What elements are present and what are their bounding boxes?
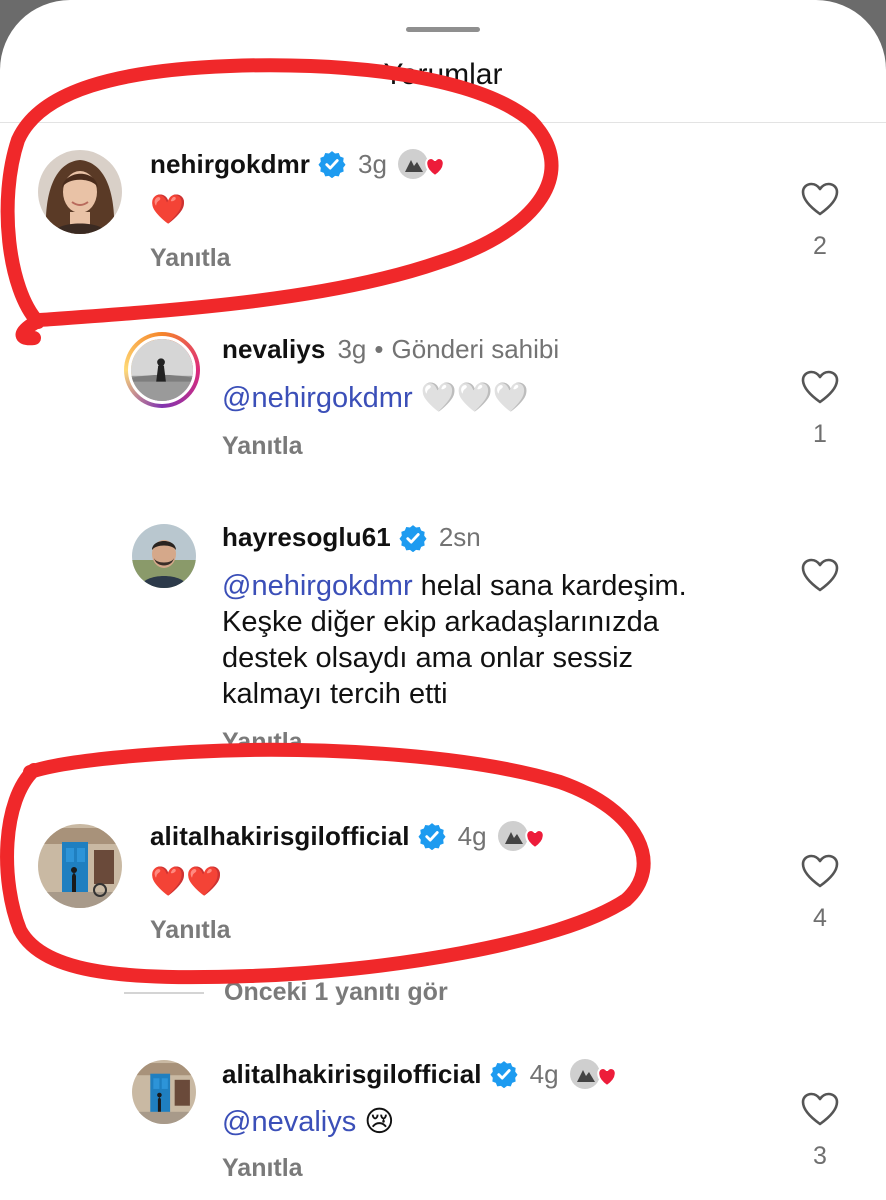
comment-time: 3g <box>337 334 367 364</box>
like-count: 3 <box>813 1142 827 1170</box>
comment-text: ❤️ <box>150 194 187 226</box>
heart-outline-icon[interactable] <box>800 370 840 406</box>
comment-username[interactable]: hayresoglu61 <box>222 522 391 553</box>
comment-time: 2sn <box>438 522 481 552</box>
avatar-photo-woman <box>38 150 122 234</box>
comment-text-line: helal sana kardeşim. <box>412 570 687 602</box>
creator-liked-heart-icon <box>397 146 445 182</box>
comments-sheet: Yorumlar nehirgokdmr 3g ❤️ Yanıtla 2 nev… <box>0 0 886 1200</box>
separator-dot: • <box>374 334 384 364</box>
sheet-drag-handle[interactable] <box>406 27 480 32</box>
reply-button[interactable]: Yanıtla <box>222 432 303 461</box>
mention-link[interactable]: @nehirgokdmr <box>222 570 413 602</box>
comment-time: 4g <box>457 820 487 851</box>
view-previous-replies[interactable]: Önceki 1 yanıtı gör <box>124 978 448 1007</box>
avatar[interactable] <box>132 1060 196 1124</box>
mention-link[interactable]: @nehirgokdmr <box>222 382 413 414</box>
verified-badge-icon <box>418 823 446 850</box>
avatar-story-ring[interactable] <box>124 332 200 408</box>
sheet-title: Yorumlar <box>383 58 503 91</box>
comment-emoji-text: 😢 <box>356 1106 395 1138</box>
comment-time: 3g <box>358 148 387 179</box>
avatar-photo-blue-door <box>132 1060 196 1124</box>
comment-text-line: Keşke diğer ekip arkadaşlarınızda <box>222 606 659 638</box>
comment-text: ❤️❤️ <box>150 866 223 898</box>
heart-outline-icon[interactable] <box>800 854 840 890</box>
creator-liked-heart-icon <box>497 818 545 854</box>
avatar[interactable] <box>38 824 122 908</box>
comment-emoji-text: 🤍🤍🤍 <box>420 382 530 414</box>
view-previous-replies-label[interactable]: Önceki 1 yanıtı gör <box>224 978 448 1007</box>
reply-button[interactable]: Yanıtla <box>222 1154 303 1183</box>
comment-username[interactable]: alitalhakirisgilofficial <box>222 1059 482 1090</box>
creator-liked-heart-icon <box>569 1056 617 1092</box>
comment-username[interactable]: nehirgokdmr <box>150 149 310 180</box>
comment-text: @nehirgokdmr helal sana kardeşim. Keşke … <box>222 568 782 712</box>
verified-badge-icon <box>399 524 427 552</box>
verified-badge-icon <box>490 1061 518 1088</box>
heart-outline-icon[interactable] <box>800 182 840 218</box>
comment-text-line: kalmayı tercih etti <box>222 678 448 710</box>
reply-button[interactable]: Yanıtla <box>222 728 303 757</box>
replies-divider-line <box>124 991 204 994</box>
title-divider <box>0 122 886 123</box>
avatar-photo-man <box>132 524 196 588</box>
avatar-photo-landscape <box>131 339 193 401</box>
reply-button[interactable]: Yanıtla <box>150 916 231 945</box>
comment-username[interactable]: nevaliys <box>222 334 325 365</box>
avatar[interactable] <box>38 150 122 234</box>
comment-text: @nevaliys 😢 <box>222 1104 395 1140</box>
comment-text: @nehirgokdmr 🤍🤍🤍 <box>222 380 529 416</box>
verified-badge-icon <box>318 151 346 178</box>
avatar[interactable] <box>132 524 196 588</box>
reply-button[interactable]: Yanıtla <box>150 244 231 273</box>
post-owner-label: Gönderi sahibi <box>391 334 560 364</box>
avatar-photo-blue-door <box>38 824 122 908</box>
comment-text-line: destek olsaydı ama onlar sessiz <box>222 642 634 674</box>
comment-time: 4g <box>529 1058 559 1089</box>
like-count: 4 <box>813 904 827 932</box>
comment-username[interactable]: alitalhakirisgilofficial <box>150 821 410 852</box>
mention-link[interactable]: @nevaliys <box>222 1106 356 1138</box>
like-count: 2 <box>813 232 827 260</box>
heart-outline-icon[interactable] <box>800 1092 840 1128</box>
like-count: 1 <box>813 420 827 448</box>
heart-outline-icon[interactable] <box>800 558 840 594</box>
